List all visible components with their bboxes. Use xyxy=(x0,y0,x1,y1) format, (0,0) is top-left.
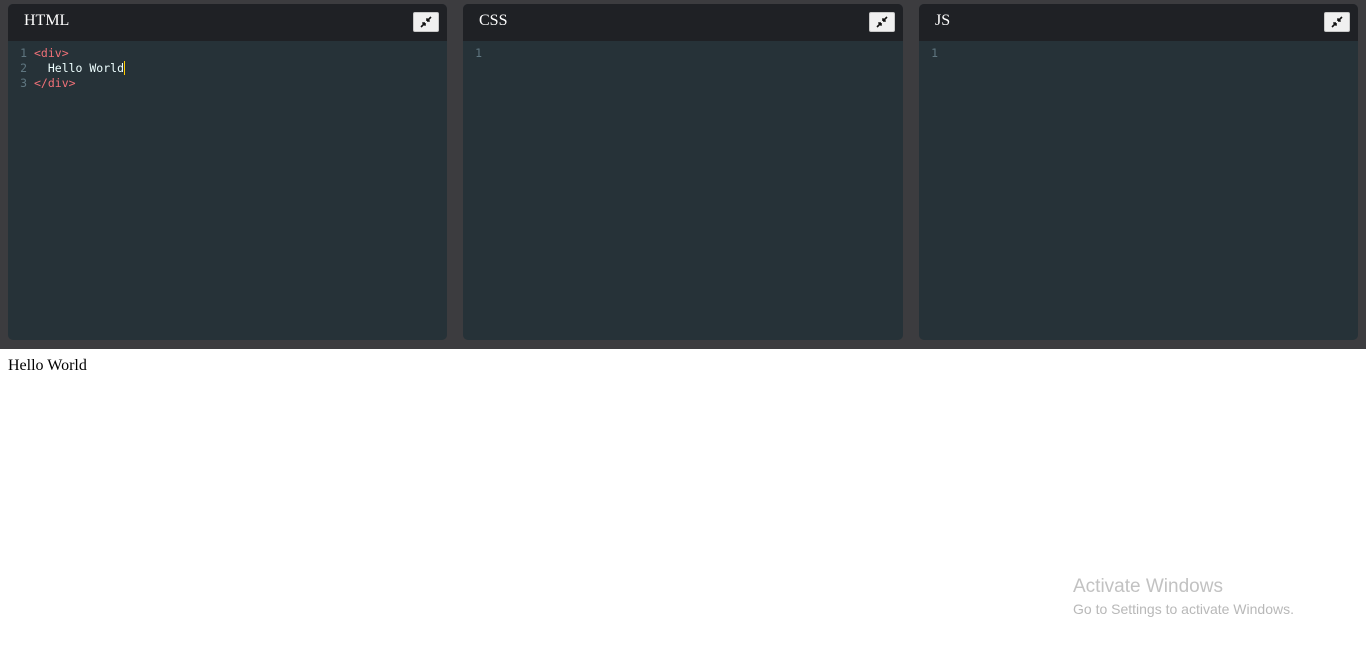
text-cursor xyxy=(124,61,126,75)
html-editor[interactable]: HTML 1 <div> 2 Hello World 3 </div> xyxy=(8,4,447,340)
line-number: 1 xyxy=(20,46,27,60)
editor-title: CSS xyxy=(479,12,508,29)
code-tag: <div> xyxy=(34,46,69,60)
minimize-button[interactable] xyxy=(1324,12,1350,32)
output-preview: Hello World xyxy=(8,357,87,374)
editor-header: JS xyxy=(919,4,1358,41)
editor-pane: HTML 1 <div> 2 Hello World 3 </div> CSS … xyxy=(0,0,1366,349)
line-number: 1 xyxy=(475,46,482,60)
minimize-button[interactable] xyxy=(869,12,895,32)
code-text: Hello World xyxy=(34,61,125,75)
minimize-arrows-icon xyxy=(876,16,888,28)
minimize-arrows-icon xyxy=(1331,16,1343,28)
code-area[interactable]: 1 xyxy=(919,41,1358,61)
activate-windows-watermark: Activate Windows Go to Settings to activ… xyxy=(1073,576,1294,620)
code-area[interactable]: 1 <div> 2 Hello World 3 </div> xyxy=(8,41,447,91)
line-number: 3 xyxy=(20,76,27,90)
watermark-title: Activate Windows xyxy=(1073,576,1223,597)
code-area[interactable]: 1 xyxy=(463,41,903,61)
minimize-arrows-icon xyxy=(420,16,432,28)
code-line: 1 <div> xyxy=(8,46,447,61)
code-line: 1 xyxy=(463,46,903,61)
editor-header: HTML xyxy=(8,4,447,41)
code-line: 1 xyxy=(919,46,1358,61)
code-line: 3 </div> xyxy=(8,76,447,91)
line-number: 1 xyxy=(931,46,938,60)
editor-title: JS xyxy=(935,12,951,29)
code-tag: </div> xyxy=(34,76,76,90)
minimize-button[interactable] xyxy=(413,12,439,32)
line-number: 2 xyxy=(20,61,27,75)
watermark-subtitle: Go to Settings to activate Windows. xyxy=(1073,601,1294,617)
editor-title: HTML xyxy=(24,12,70,29)
editor-header: CSS xyxy=(463,4,903,41)
code-line: 2 Hello World xyxy=(8,61,447,76)
js-editor[interactable]: JS 1 xyxy=(919,4,1358,340)
css-editor[interactable]: CSS 1 xyxy=(463,4,903,340)
